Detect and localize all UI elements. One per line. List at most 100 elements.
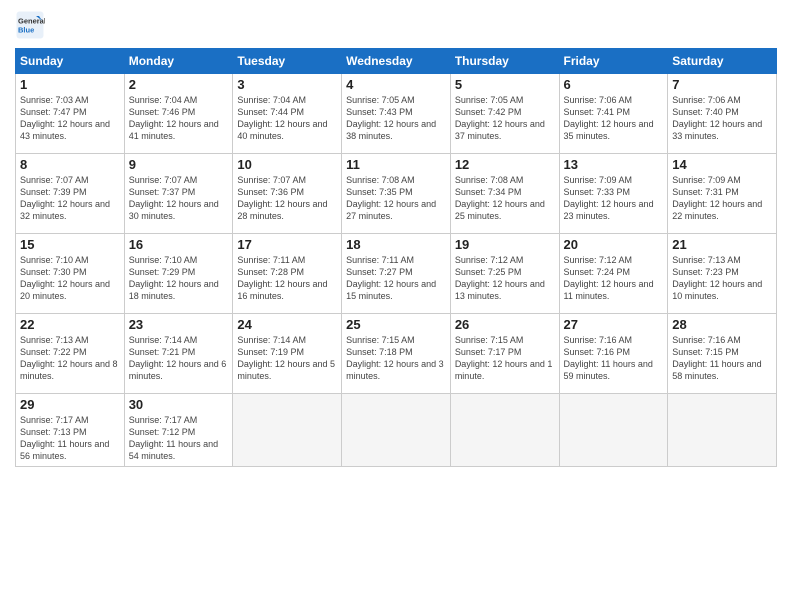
day-number: 23: [129, 317, 229, 332]
svg-text:Blue: Blue: [18, 26, 34, 35]
day-info: Sunrise: 7:11 AM Sunset: 7:28 PM Dayligh…: [237, 254, 337, 303]
day-info: Sunrise: 7:14 AM Sunset: 7:21 PM Dayligh…: [129, 334, 229, 383]
day-number: 8: [20, 157, 120, 172]
header: General Blue: [15, 10, 777, 40]
day-info: Sunrise: 7:08 AM Sunset: 7:34 PM Dayligh…: [455, 174, 555, 223]
day-info: Sunrise: 7:12 AM Sunset: 7:24 PM Dayligh…: [564, 254, 664, 303]
day-number: 5: [455, 77, 555, 92]
calendar-cell: 11 Sunrise: 7:08 AM Sunset: 7:35 PM Dayl…: [342, 154, 451, 234]
calendar-cell: [450, 394, 559, 467]
calendar-cell: 15 Sunrise: 7:10 AM Sunset: 7:30 PM Dayl…: [16, 234, 125, 314]
calendar-cell: 24 Sunrise: 7:14 AM Sunset: 7:19 PM Dayl…: [233, 314, 342, 394]
day-number: 21: [672, 237, 772, 252]
calendar-cell: 26 Sunrise: 7:15 AM Sunset: 7:17 PM Dayl…: [450, 314, 559, 394]
calendar-cell: 5 Sunrise: 7:05 AM Sunset: 7:42 PM Dayli…: [450, 74, 559, 154]
day-header-tuesday: Tuesday: [233, 49, 342, 74]
day-info: Sunrise: 7:10 AM Sunset: 7:29 PM Dayligh…: [129, 254, 229, 303]
calendar-cell: 17 Sunrise: 7:11 AM Sunset: 7:28 PM Dayl…: [233, 234, 342, 314]
day-info: Sunrise: 7:09 AM Sunset: 7:31 PM Dayligh…: [672, 174, 772, 223]
day-number: 3: [237, 77, 337, 92]
calendar-cell: 3 Sunrise: 7:04 AM Sunset: 7:44 PM Dayli…: [233, 74, 342, 154]
day-info: Sunrise: 7:04 AM Sunset: 7:44 PM Dayligh…: [237, 94, 337, 143]
calendar-cell: [233, 394, 342, 467]
day-info: Sunrise: 7:06 AM Sunset: 7:40 PM Dayligh…: [672, 94, 772, 143]
day-info: Sunrise: 7:15 AM Sunset: 7:17 PM Dayligh…: [455, 334, 555, 383]
day-info: Sunrise: 7:07 AM Sunset: 7:36 PM Dayligh…: [237, 174, 337, 223]
calendar-cell: 19 Sunrise: 7:12 AM Sunset: 7:25 PM Dayl…: [450, 234, 559, 314]
day-number: 26: [455, 317, 555, 332]
calendar-cell: [342, 394, 451, 467]
day-number: 2: [129, 77, 229, 92]
svg-text:General: General: [18, 17, 45, 26]
logo-icon: General Blue: [15, 10, 45, 40]
day-header-friday: Friday: [559, 49, 668, 74]
day-number: 9: [129, 157, 229, 172]
day-number: 14: [672, 157, 772, 172]
calendar-cell: 10 Sunrise: 7:07 AM Sunset: 7:36 PM Dayl…: [233, 154, 342, 234]
calendar-cell: 22 Sunrise: 7:13 AM Sunset: 7:22 PM Dayl…: [16, 314, 125, 394]
calendar-week-4: 22 Sunrise: 7:13 AM Sunset: 7:22 PM Dayl…: [16, 314, 777, 394]
calendar-cell: 6 Sunrise: 7:06 AM Sunset: 7:41 PM Dayli…: [559, 74, 668, 154]
logo: General Blue: [15, 10, 49, 40]
day-info: Sunrise: 7:07 AM Sunset: 7:37 PM Dayligh…: [129, 174, 229, 223]
calendar-cell: 1 Sunrise: 7:03 AM Sunset: 7:47 PM Dayli…: [16, 74, 125, 154]
day-number: 12: [455, 157, 555, 172]
calendar-cell: 16 Sunrise: 7:10 AM Sunset: 7:29 PM Dayl…: [124, 234, 233, 314]
day-number: 17: [237, 237, 337, 252]
day-info: Sunrise: 7:09 AM Sunset: 7:33 PM Dayligh…: [564, 174, 664, 223]
calendar-cell: 4 Sunrise: 7:05 AM Sunset: 7:43 PM Dayli…: [342, 74, 451, 154]
day-number: 13: [564, 157, 664, 172]
day-number: 19: [455, 237, 555, 252]
day-number: 10: [237, 157, 337, 172]
day-header-wednesday: Wednesday: [342, 49, 451, 74]
day-number: 6: [564, 77, 664, 92]
calendar-cell: [559, 394, 668, 467]
calendar-week-3: 15 Sunrise: 7:10 AM Sunset: 7:30 PM Dayl…: [16, 234, 777, 314]
day-number: 7: [672, 77, 772, 92]
calendar-cell: 18 Sunrise: 7:11 AM Sunset: 7:27 PM Dayl…: [342, 234, 451, 314]
day-header-saturday: Saturday: [668, 49, 777, 74]
day-info: Sunrise: 7:15 AM Sunset: 7:18 PM Dayligh…: [346, 334, 446, 383]
day-info: Sunrise: 7:13 AM Sunset: 7:22 PM Dayligh…: [20, 334, 120, 383]
calendar-week-5: 29 Sunrise: 7:17 AM Sunset: 7:13 PM Dayl…: [16, 394, 777, 467]
day-info: Sunrise: 7:07 AM Sunset: 7:39 PM Dayligh…: [20, 174, 120, 223]
calendar-cell: 21 Sunrise: 7:13 AM Sunset: 7:23 PM Dayl…: [668, 234, 777, 314]
day-number: 20: [564, 237, 664, 252]
calendar-cell: 7 Sunrise: 7:06 AM Sunset: 7:40 PM Dayli…: [668, 74, 777, 154]
calendar-cell: 20 Sunrise: 7:12 AM Sunset: 7:24 PM Dayl…: [559, 234, 668, 314]
day-number: 27: [564, 317, 664, 332]
day-info: Sunrise: 7:08 AM Sunset: 7:35 PM Dayligh…: [346, 174, 446, 223]
calendar-cell: 2 Sunrise: 7:04 AM Sunset: 7:46 PM Dayli…: [124, 74, 233, 154]
day-number: 1: [20, 77, 120, 92]
day-number: 16: [129, 237, 229, 252]
calendar-cell: 8 Sunrise: 7:07 AM Sunset: 7:39 PM Dayli…: [16, 154, 125, 234]
day-number: 11: [346, 157, 446, 172]
day-info: Sunrise: 7:04 AM Sunset: 7:46 PM Dayligh…: [129, 94, 229, 143]
calendar-cell: 29 Sunrise: 7:17 AM Sunset: 7:13 PM Dayl…: [16, 394, 125, 467]
day-info: Sunrise: 7:17 AM Sunset: 7:12 PM Dayligh…: [129, 414, 229, 463]
day-info: Sunrise: 7:05 AM Sunset: 7:43 PM Dayligh…: [346, 94, 446, 143]
day-number: 29: [20, 397, 120, 412]
day-info: Sunrise: 7:12 AM Sunset: 7:25 PM Dayligh…: [455, 254, 555, 303]
calendar-cell: 25 Sunrise: 7:15 AM Sunset: 7:18 PM Dayl…: [342, 314, 451, 394]
day-header-thursday: Thursday: [450, 49, 559, 74]
calendar-cell: [668, 394, 777, 467]
day-info: Sunrise: 7:06 AM Sunset: 7:41 PM Dayligh…: [564, 94, 664, 143]
day-info: Sunrise: 7:17 AM Sunset: 7:13 PM Dayligh…: [20, 414, 120, 463]
day-header-monday: Monday: [124, 49, 233, 74]
day-info: Sunrise: 7:10 AM Sunset: 7:30 PM Dayligh…: [20, 254, 120, 303]
day-number: 30: [129, 397, 229, 412]
day-info: Sunrise: 7:13 AM Sunset: 7:23 PM Dayligh…: [672, 254, 772, 303]
day-info: Sunrise: 7:03 AM Sunset: 7:47 PM Dayligh…: [20, 94, 120, 143]
day-info: Sunrise: 7:14 AM Sunset: 7:19 PM Dayligh…: [237, 334, 337, 383]
day-header-sunday: Sunday: [16, 49, 125, 74]
calendar-cell: 23 Sunrise: 7:14 AM Sunset: 7:21 PM Dayl…: [124, 314, 233, 394]
calendar-cell: 27 Sunrise: 7:16 AM Sunset: 7:16 PM Dayl…: [559, 314, 668, 394]
day-number: 18: [346, 237, 446, 252]
day-number: 15: [20, 237, 120, 252]
day-info: Sunrise: 7:11 AM Sunset: 7:27 PM Dayligh…: [346, 254, 446, 303]
calendar-cell: 12 Sunrise: 7:08 AM Sunset: 7:34 PM Dayl…: [450, 154, 559, 234]
calendar-table: SundayMondayTuesdayWednesdayThursdayFrid…: [15, 48, 777, 467]
calendar-cell: 13 Sunrise: 7:09 AM Sunset: 7:33 PM Dayl…: [559, 154, 668, 234]
day-info: Sunrise: 7:05 AM Sunset: 7:42 PM Dayligh…: [455, 94, 555, 143]
